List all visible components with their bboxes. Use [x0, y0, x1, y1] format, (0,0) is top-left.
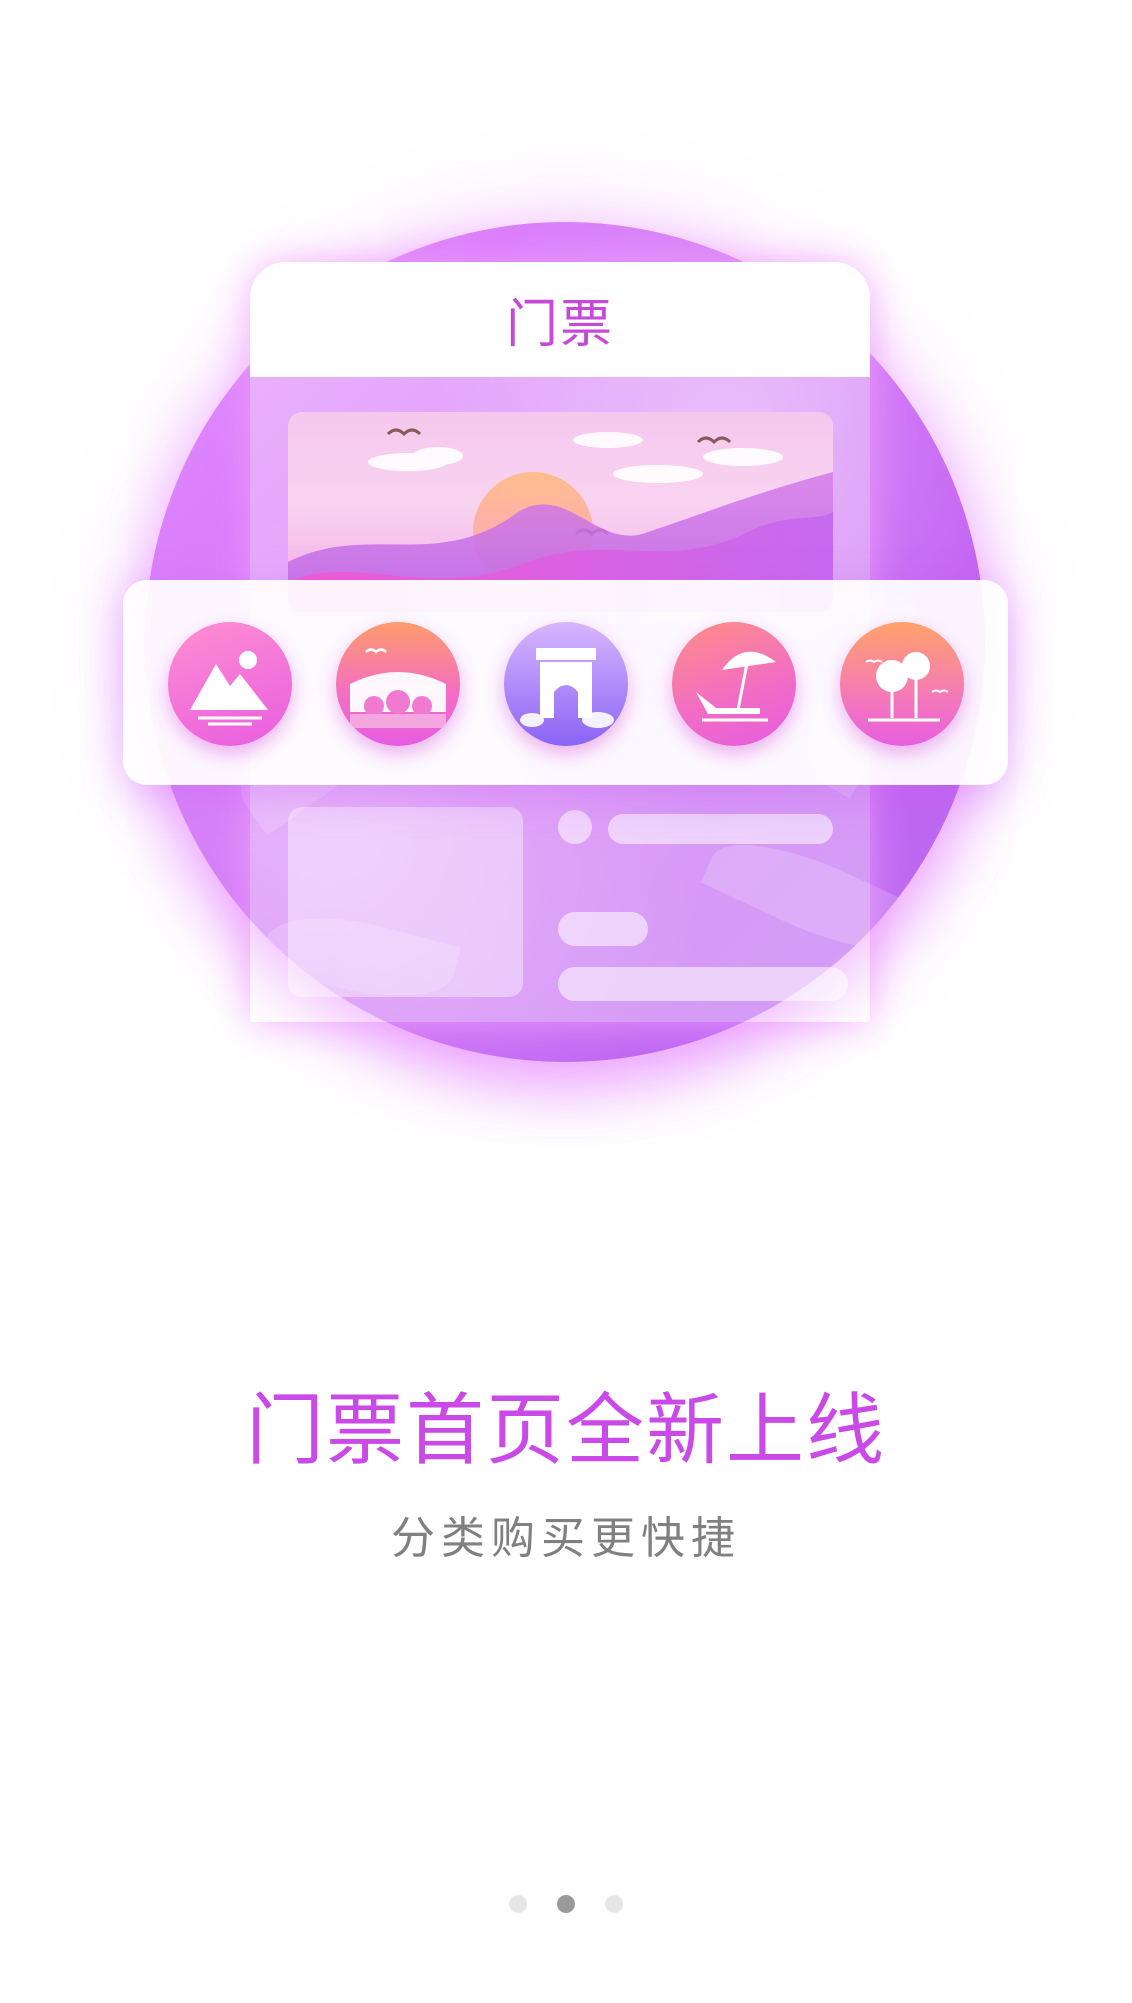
category-icon-strip	[123, 580, 1008, 785]
onboarding-illustration: 门票	[0, 0, 1132, 1180]
bridge-icon	[336, 622, 460, 746]
mountain-icon	[168, 622, 292, 746]
page-dot-3[interactable]	[605, 1895, 623, 1913]
page-indicator	[0, 1895, 1132, 1913]
phone-header: 门票	[250, 262, 870, 377]
page-dot-2-active[interactable]	[557, 1895, 575, 1913]
placeholder-thumbnail	[288, 807, 523, 997]
page-dot-1[interactable]	[509, 1895, 527, 1913]
arch-icon	[504, 622, 628, 746]
placeholder-line	[608, 814, 833, 844]
headline: 门票首页全新上线	[245, 1386, 886, 1476]
beach-umbrella-icon	[672, 622, 796, 746]
placeholder-avatar	[558, 810, 592, 844]
placeholder-line-long	[558, 967, 848, 1001]
placeholder-line-short	[558, 912, 648, 946]
trees-icon	[840, 622, 964, 746]
phone-title: 门票	[505, 295, 614, 355]
subline: 分类购买更快捷	[391, 1513, 741, 1564]
